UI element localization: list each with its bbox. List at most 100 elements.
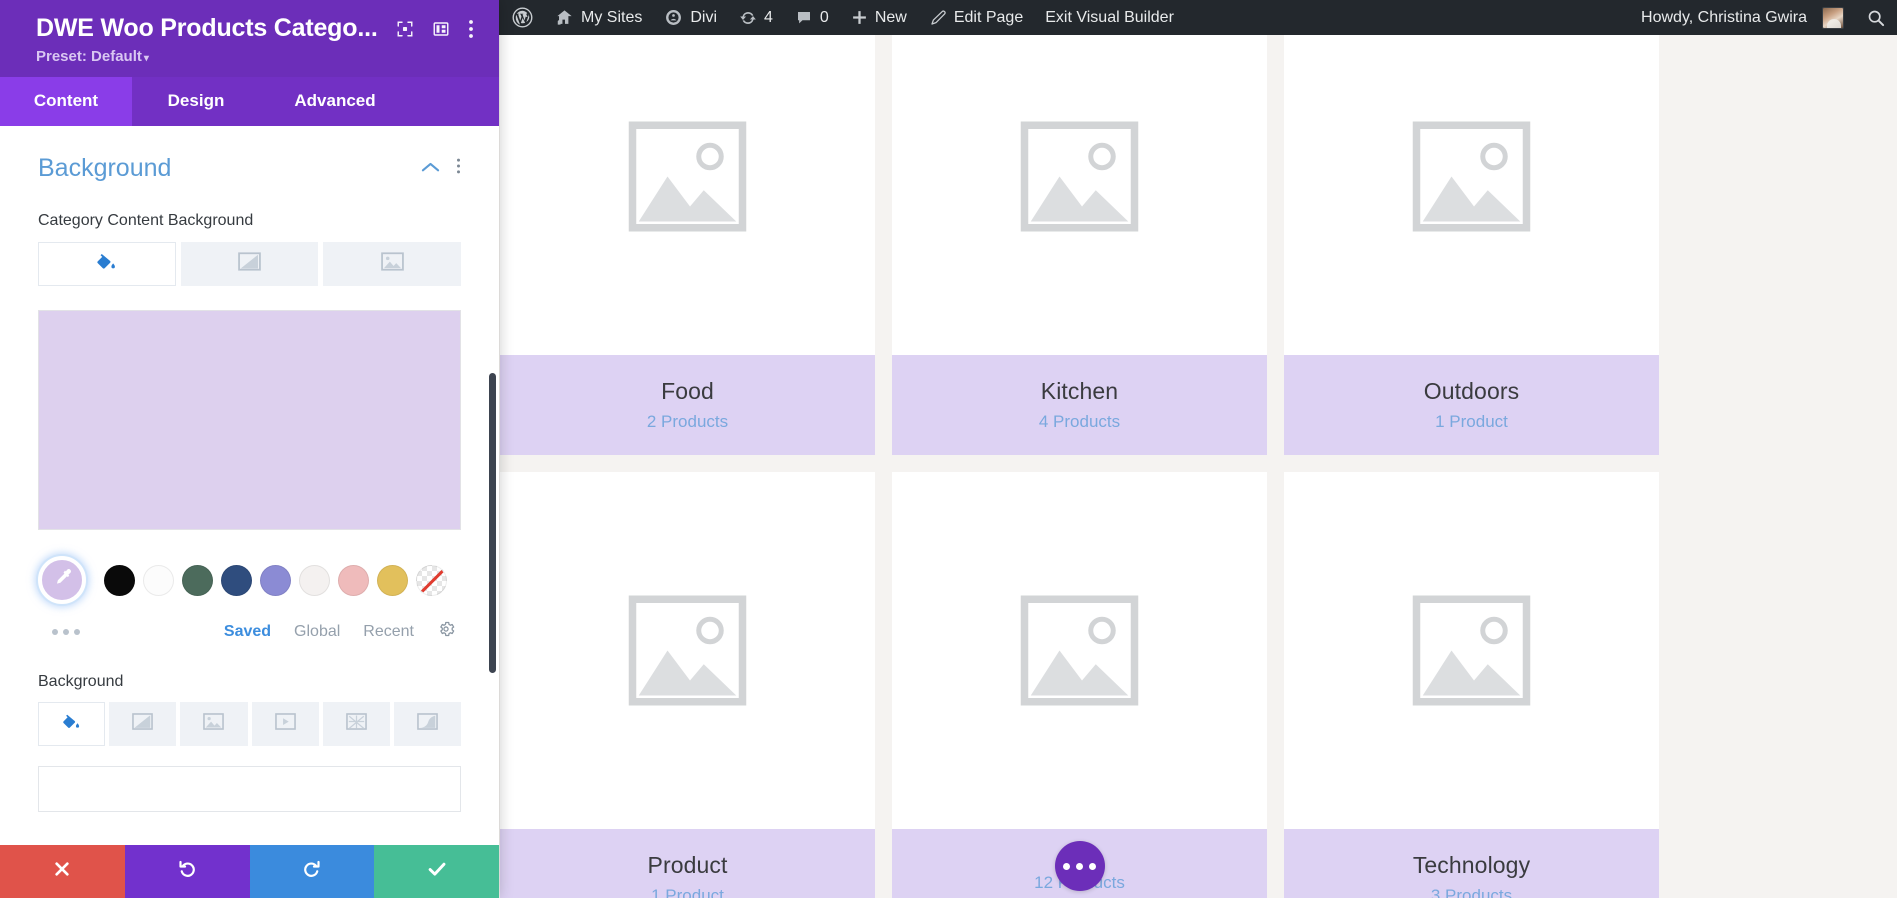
tab-advanced[interactable]: Advanced [260,77,410,126]
product-category-grid: Food 2 Products Kitchen 4 Products O [500,35,1759,898]
color-swatch[interactable] [377,565,408,596]
bg-type-gradient-tab[interactable] [181,242,319,286]
avatar [1822,7,1844,29]
adminbar-divi-label: Divi [690,9,717,27]
color-swatch[interactable] [182,565,213,596]
category-thumbnail [892,472,1267,829]
adminbar-wordpress-logo[interactable] [499,0,544,35]
module-settings-button[interactable] [1055,841,1105,891]
color-palette-row [38,556,461,604]
category-card[interactable]: Food 2 Products [500,35,875,455]
chevron-up-icon[interactable] [421,160,440,178]
adminbar-updates-count: 4 [764,9,773,27]
bg-type-color-tab[interactable] [38,702,105,746]
category-footer: Outdoors 1 Product [1284,355,1659,455]
adminbar-divi[interactable]: Divi [653,0,728,35]
category-count: 1 Product [1435,412,1508,432]
color-swatch[interactable] [260,565,291,596]
placeholder-image-icon [1409,114,1534,239]
bg-type-image-tab[interactable] [180,702,247,746]
bg-type-pattern-tab[interactable] [323,702,390,746]
more-dots-icon[interactable] [52,629,80,635]
check-icon [426,858,448,885]
category-footer: Kitchen 4 Products [892,355,1267,455]
redo-button[interactable] [250,845,375,898]
image-icon [203,713,224,735]
category-bg-type-tabs [38,242,461,286]
undo-icon [177,859,198,885]
palette-tab-recent[interactable]: Recent [363,623,414,641]
undo-button[interactable] [125,845,250,898]
category-title: Technology [1413,852,1530,879]
focus-target-icon[interactable] [396,20,414,38]
kebab-menu-icon[interactable] [468,19,474,39]
placeholder-image-icon [1017,114,1142,239]
eyedropper-icon [52,567,73,593]
layout-columns-icon[interactable] [432,20,450,38]
color-preview-swatch[interactable] [38,310,461,530]
bg-type-color-tab[interactable] [38,242,176,286]
bg-type-gradient-tab[interactable] [109,702,176,746]
color-swatch[interactable] [299,565,330,596]
category-count: 1 Product [651,886,724,898]
paint-bucket-icon [62,712,81,736]
category-title: Product [648,852,728,879]
tab-content[interactable]: Content [0,77,132,126]
category-count: 3 Products [1431,886,1512,898]
kebab-menu-icon[interactable] [456,157,461,180]
bg-type-video-tab[interactable] [252,702,319,746]
placeholder-image-icon [625,114,750,239]
plus-icon [851,9,868,26]
category-card[interactable]: 12 Products [892,472,1267,898]
panel-scrollbar[interactable] [489,373,496,673]
adminbar-new-label: New [875,9,907,27]
placeholder-image-icon [625,588,750,713]
color-swatch[interactable] [104,565,135,596]
placeholder-image-icon [1017,588,1142,713]
category-thumbnail [1284,472,1659,829]
more-dots-icon [1076,863,1083,870]
color-swatch-transparent[interactable] [416,565,447,596]
background-section-header: Background [38,154,461,183]
adminbar-edit-page[interactable]: Edit Page [918,0,1034,35]
category-card[interactable]: Technology 3 Products [1284,472,1659,898]
adminbar-new[interactable]: New [840,0,918,35]
eyedropper-button[interactable] [38,556,86,604]
bg-type-image-tab[interactable] [323,242,461,286]
adminbar-my-sites[interactable]: My Sites [544,0,653,35]
background-label: Background [38,673,461,691]
adminbar-exit-visual-builder[interactable]: Exit Visual Builder [1034,0,1185,35]
wordpress-logo-icon [512,7,533,28]
adminbar-updates[interactable]: 4 [728,0,784,35]
mask-icon [417,713,438,735]
bg-type-mask-tab[interactable] [394,702,461,746]
palette-tab-saved[interactable]: Saved [224,623,271,641]
pattern-icon [346,713,367,735]
color-swatch[interactable] [143,565,174,596]
save-button[interactable] [374,845,499,898]
image-icon [381,252,404,276]
category-thumbnail [892,35,1267,355]
cancel-button[interactable] [0,845,125,898]
adminbar-account-area: Howdy, Christina Gwira [1628,0,1897,35]
color-swatch[interactable] [338,565,369,596]
more-dots-icon [1063,863,1070,870]
adminbar-search[interactable] [1855,0,1897,35]
category-count: 4 Products [1039,412,1120,432]
category-footer: 12 Products [892,829,1267,898]
adminbar-comments[interactable]: 0 [784,0,840,35]
category-card[interactable]: Outdoors 1 Product [1284,35,1659,455]
panel-tabs: Content Design Advanced [0,77,499,126]
category-card[interactable]: Kitchen 4 Products [892,35,1267,455]
category-card[interactable]: Product 1 Product [500,472,875,898]
background-color-field[interactable] [38,766,461,812]
panel-scroll-area: Background Category Content Background [0,126,499,812]
panel-preset[interactable]: Preset: Default▾ [36,48,477,65]
page-canvas: Food 2 Products Kitchen 4 Products O [499,35,1897,898]
adminbar-howdy[interactable]: Howdy, Christina Gwira [1628,0,1855,35]
tab-design[interactable]: Design [132,77,260,126]
color-swatch[interactable] [221,565,252,596]
palette-tab-global[interactable]: Global [294,623,340,641]
divi-icon [664,8,683,27]
gear-icon[interactable] [437,620,455,643]
